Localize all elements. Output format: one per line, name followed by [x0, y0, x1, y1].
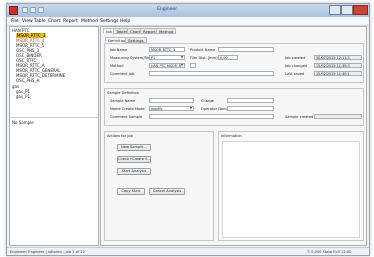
save-icon[interactable] [22, 7, 28, 13]
charge-field[interactable] [227, 98, 274, 103]
menu-table[interactable]: Table [34, 19, 46, 24]
method-label: Method [110, 64, 124, 68]
job-definition-group: Job Name MSOR_RTTC_3 Measuring System/Rh… [104, 43, 364, 83]
name-create-mode-label: Name Create Mode [110, 107, 145, 111]
application-window: Engineer File View Table Chart Report Me… [6, 3, 370, 256]
menu-method[interactable]: Method [81, 19, 98, 24]
method-value: HAN PTC MSOR_R [151, 64, 181, 68]
tree-node[interactable]: gas_P1 [16, 94, 30, 99]
new-sample-button[interactable]: New Sample... [117, 144, 151, 151]
menu-report[interactable]: Report [63, 19, 78, 24]
menu-settings[interactable]: Settings [100, 19, 118, 24]
job-tree-panel: HAN PTC MSOR_RTTC_3 MSOR_RTTC_4 MSOR_RTT… [9, 26, 99, 246]
tree-node[interactable]: OSC_PHS_H [16, 78, 39, 83]
information-header: Information [221, 134, 242, 138]
sample-created-field [314, 114, 362, 119]
check-create-sample-button[interactable]: Check+Create S... [117, 156, 151, 163]
last-saved-field: 15/02/2019 11:40:1 [314, 71, 362, 76]
sample-definition-header: Sample Definition [107, 91, 140, 95]
last-saved-label: Last saved [285, 72, 305, 76]
job-created-field: 30/07/2019 12:11:3 [314, 55, 362, 60]
product-name-label: Product Name [190, 48, 216, 52]
method-select[interactable]: HAN PTC MSOR_R ▼ [149, 63, 185, 68]
actions-header: Actions for Job [107, 134, 133, 138]
information-group: Information [218, 131, 364, 241]
comment-job-label: Comment Job [110, 72, 135, 76]
copy-start-button[interactable]: Copy Start [117, 188, 145, 195]
job-name-field[interactable]: MSOR_RTTC_3 [149, 47, 185, 52]
start-analysis-button[interactable]: Start Analysis [117, 168, 151, 175]
app-icon [9, 6, 18, 15]
comment-sample-field[interactable] [149, 114, 274, 119]
actions-group: Actions for Job New Sample... Check+Crea… [104, 131, 214, 241]
menu-help[interactable]: Help [120, 19, 130, 24]
film-distance-label: Film Dist. [mm]: [190, 56, 219, 60]
window-title: Engineer [157, 7, 178, 12]
comment-sample-label: Comment Sample [110, 115, 143, 119]
sample-name-field[interactable] [149, 98, 194, 103]
operator-name-label: Operator Name [201, 107, 229, 111]
job-created-label: Job created [285, 56, 306, 60]
menu-view[interactable]: View [22, 19, 33, 24]
undo-icon[interactable] [30, 7, 36, 13]
charge-label: Charge [201, 99, 214, 103]
main-panel: Job Tables Chart Report Method Definitio… [100, 26, 367, 246]
measuring-system-select[interactable]: P1 ▼ [149, 55, 185, 60]
name-create-mode-value: modify [151, 107, 163, 111]
tab-method[interactable]: Method [156, 28, 177, 34]
sample-status-label: No Sample [12, 120, 34, 125]
cancel-analysis-button[interactable]: Cancel Analysis [149, 188, 185, 195]
name-create-mode-select[interactable]: modify ▼ [149, 106, 194, 111]
status-right-text: T: 0,000 State Ex3 12:00 [307, 249, 352, 254]
comment-job-field[interactable] [149, 71, 274, 76]
measuring-system-value: P1 [151, 56, 156, 60]
redo-icon[interactable] [38, 7, 44, 13]
sample-definition-group: Sample Definition Sample Name Name Creat… [104, 88, 364, 126]
chevron-down-icon: ▼ [180, 63, 184, 67]
status-bar: Engineer: Engineer | rollsdev - Job 1 of… [7, 247, 369, 255]
maximize-button[interactable] [341, 5, 353, 15]
method-options-checkbox[interactable] [190, 63, 196, 68]
chevron-down-icon: ▼ [180, 55, 184, 59]
menu-chart[interactable]: Chart [48, 19, 60, 24]
operator-name-field[interactable] [227, 106, 274, 111]
job-name-label: Job Name [110, 48, 128, 52]
close-button[interactable] [353, 5, 368, 15]
minimize-button[interactable] [329, 5, 341, 15]
panel-splitter[interactable] [10, 117, 98, 118]
title-bar: Engineer [7, 4, 369, 17]
job-changed-field: 15/02/2019 11:39:3 [314, 63, 362, 68]
sample-created-label: Sample created [285, 115, 314, 119]
status-left-text: Engineer: Engineer | rollsdev - Job 1 of… [10, 249, 85, 254]
film-distance-field[interactable]: 0.00 [218, 55, 238, 60]
product-name-field[interactable] [218, 47, 274, 52]
sample-name-label: Sample Name [110, 99, 136, 103]
job-changed-label: Job changed [285, 64, 308, 68]
menu-file[interactable]: File [11, 19, 19, 24]
chevron-down-icon: ▼ [189, 106, 193, 110]
information-text-area [222, 141, 360, 238]
menu-bar: File View Table Chart Report Method Sett… [7, 17, 369, 26]
